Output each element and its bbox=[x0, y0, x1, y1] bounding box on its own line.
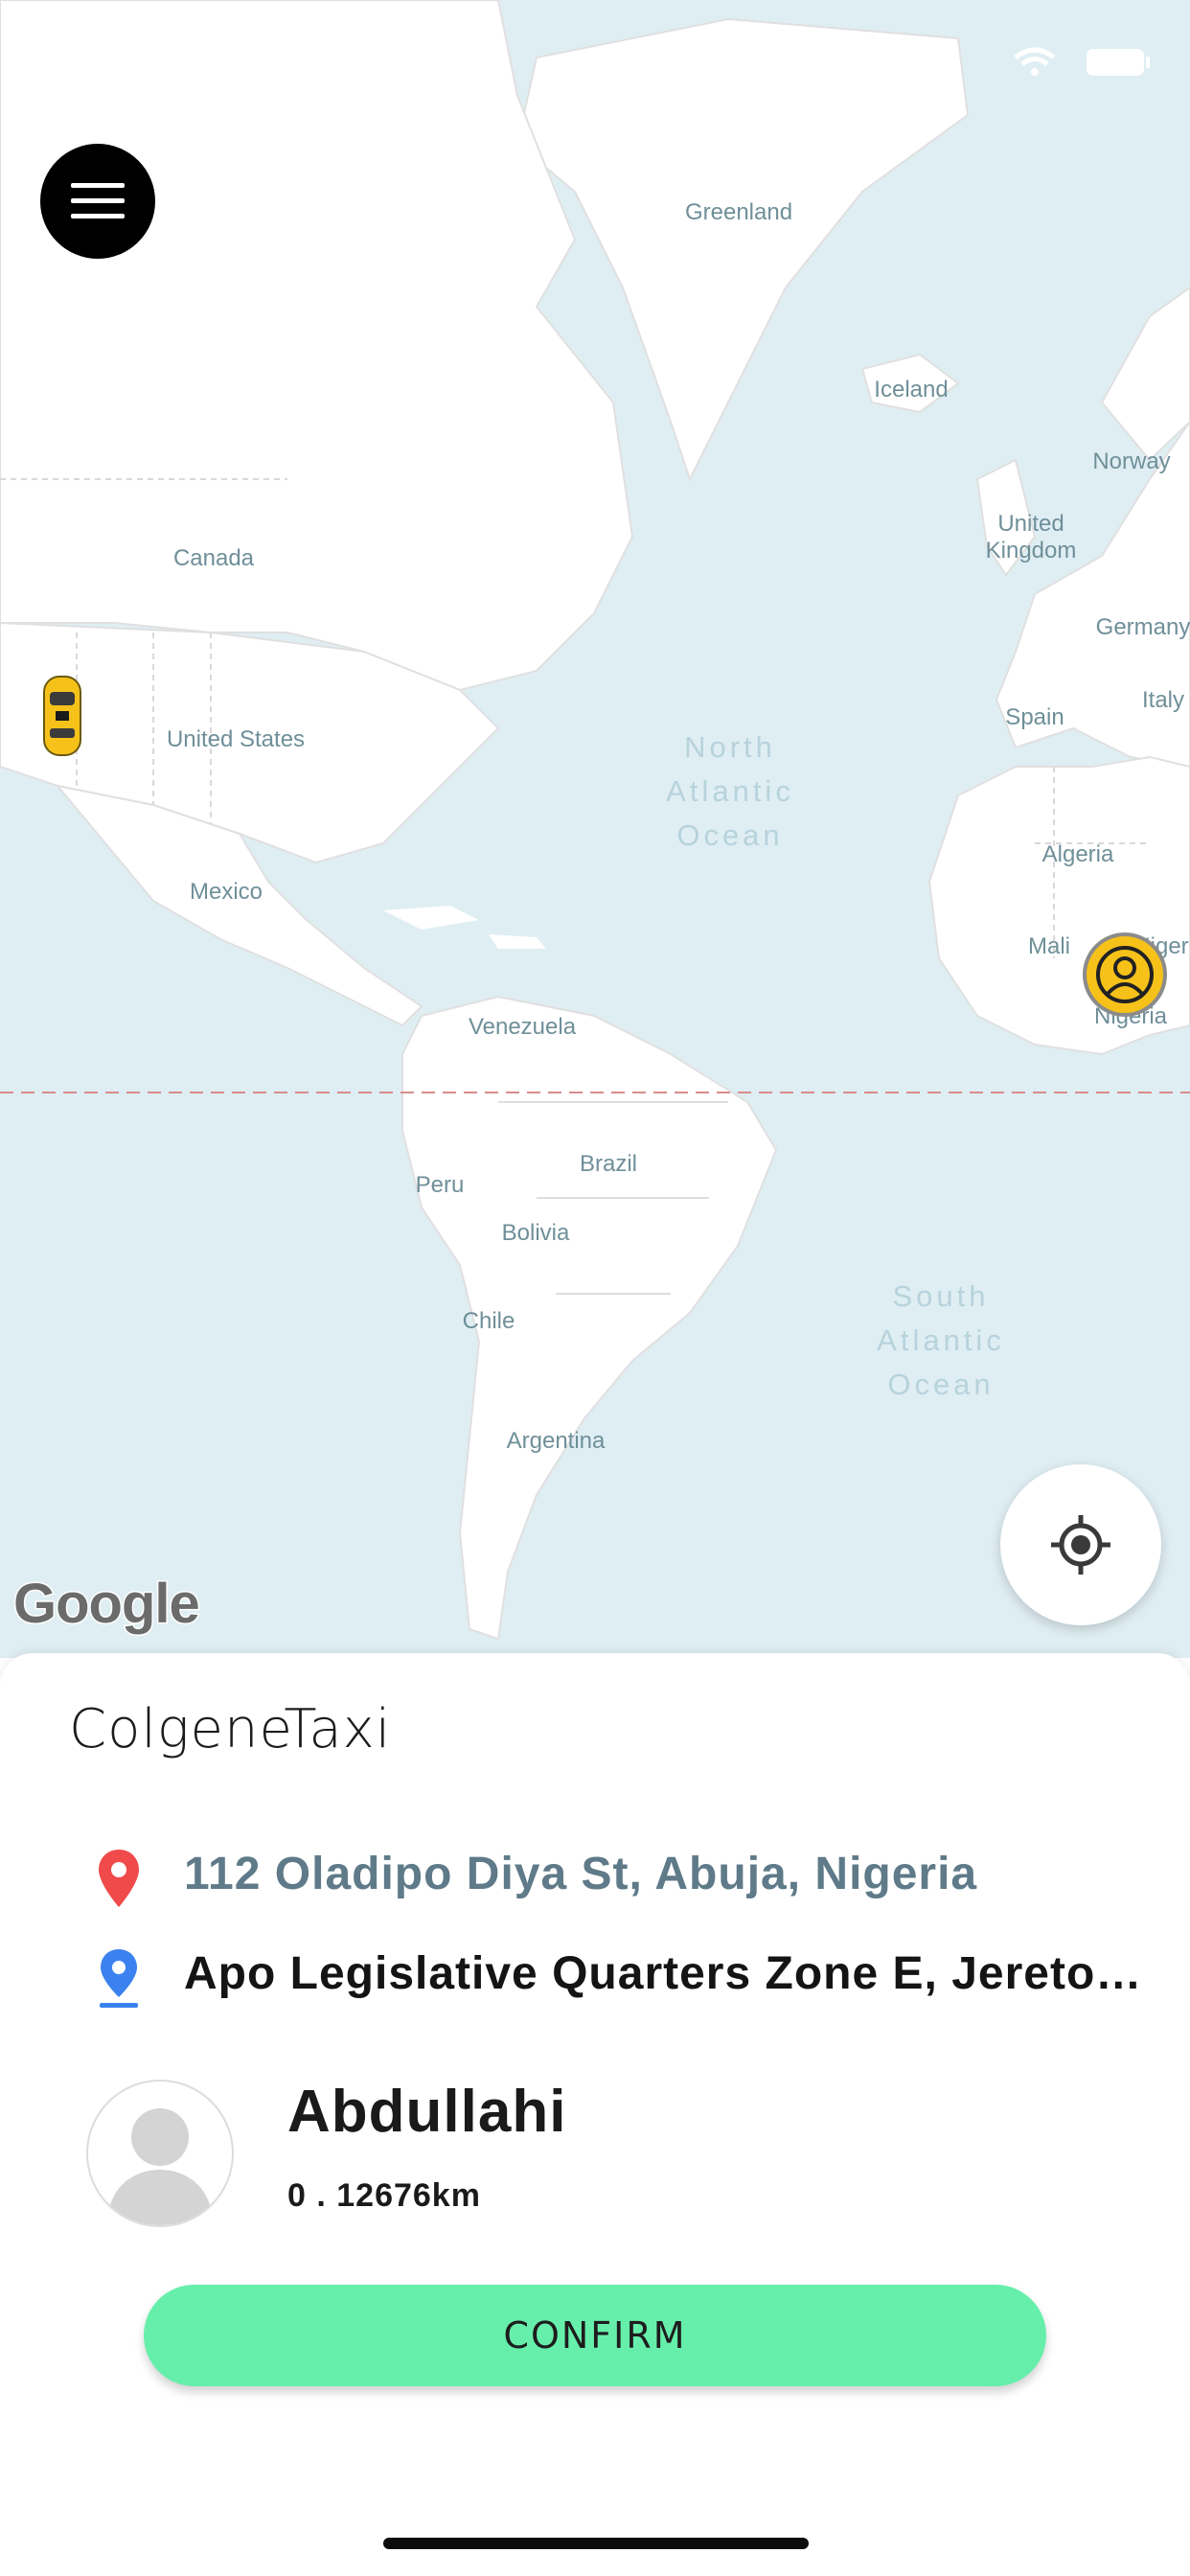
confirm-button[interactable]: CONFIRM bbox=[144, 2285, 1046, 2386]
destination-address[interactable]: Apo Legislative Quarters Zone E, Jereton… bbox=[184, 1947, 1161, 2000]
my-location-button[interactable] bbox=[1000, 1464, 1161, 1625]
google-attribution: Google bbox=[12, 1572, 202, 1637]
map-label-norway: Norway bbox=[1092, 448, 1171, 474]
menu-button[interactable] bbox=[40, 144, 155, 259]
pickup-address[interactable]: 112 Oladipo Diya St, Abuja, Nigeria bbox=[184, 1848, 977, 1900]
ocean-label-north-atlantic: North Atlantic Ocean bbox=[666, 730, 794, 852]
ocean-label-south-atlantic: South Atlantic Ocean bbox=[877, 1279, 1005, 1401]
map-label-greenland: Greenland bbox=[684, 199, 793, 225]
person-silhouette-icon bbox=[107, 2108, 213, 2225]
map-label-bolivia: Bolivia bbox=[501, 1220, 570, 1246]
map-label-mali: Mali bbox=[1027, 933, 1071, 959]
map-label-united-kingdom: United Kingdom bbox=[985, 511, 1077, 564]
blue-pin-icon bbox=[100, 1949, 138, 2008]
map-view[interactable]: Greenland Iceland Norway United Kingdom … bbox=[0, 0, 1190, 1658]
taxi-car-icon[interactable] bbox=[40, 673, 84, 759]
home-indicator bbox=[383, 2538, 809, 2549]
map-label-algeria: Algeria bbox=[1041, 841, 1114, 867]
map-label-mexico: Mexico bbox=[189, 879, 263, 905]
battery-icon bbox=[1087, 49, 1150, 76]
map-label-peru: Peru bbox=[415, 1172, 465, 1198]
map-label-spain: Spain bbox=[1005, 704, 1064, 730]
map-label-canada: Canada bbox=[172, 545, 255, 571]
user-location-icon[interactable] bbox=[1083, 932, 1167, 1017]
map-label-iceland: Iceland bbox=[874, 377, 949, 402]
driver-name: Abdullahi bbox=[287, 2079, 567, 2145]
map-label-venezuela: Venezuela bbox=[468, 1014, 577, 1040]
map-label-argentina: Argentina bbox=[506, 1428, 606, 1454]
driver-avatar bbox=[86, 2080, 234, 2227]
map-label-italy: Italy bbox=[1141, 687, 1185, 713]
hamburger-icon bbox=[71, 183, 125, 218]
user-silhouette-icon bbox=[1096, 946, 1154, 1003]
map-label-brazil: Brazil bbox=[579, 1151, 638, 1177]
wifi-icon bbox=[1014, 47, 1056, 76]
red-pin-icon bbox=[99, 1850, 139, 1907]
crosshair-icon bbox=[1051, 1515, 1110, 1575]
map-label-germany: Germany bbox=[1095, 614, 1190, 640]
map-label-united-states: United States bbox=[166, 726, 306, 752]
status-bar-icons bbox=[1012, 46, 1152, 79]
driver-distance: 0 . 12676km bbox=[287, 2177, 481, 2214]
map-label-chile: Chile bbox=[462, 1308, 515, 1334]
app-title: ColgeneTaxi bbox=[69, 1698, 392, 1760]
map-landmass bbox=[0, 0, 1190, 1641]
